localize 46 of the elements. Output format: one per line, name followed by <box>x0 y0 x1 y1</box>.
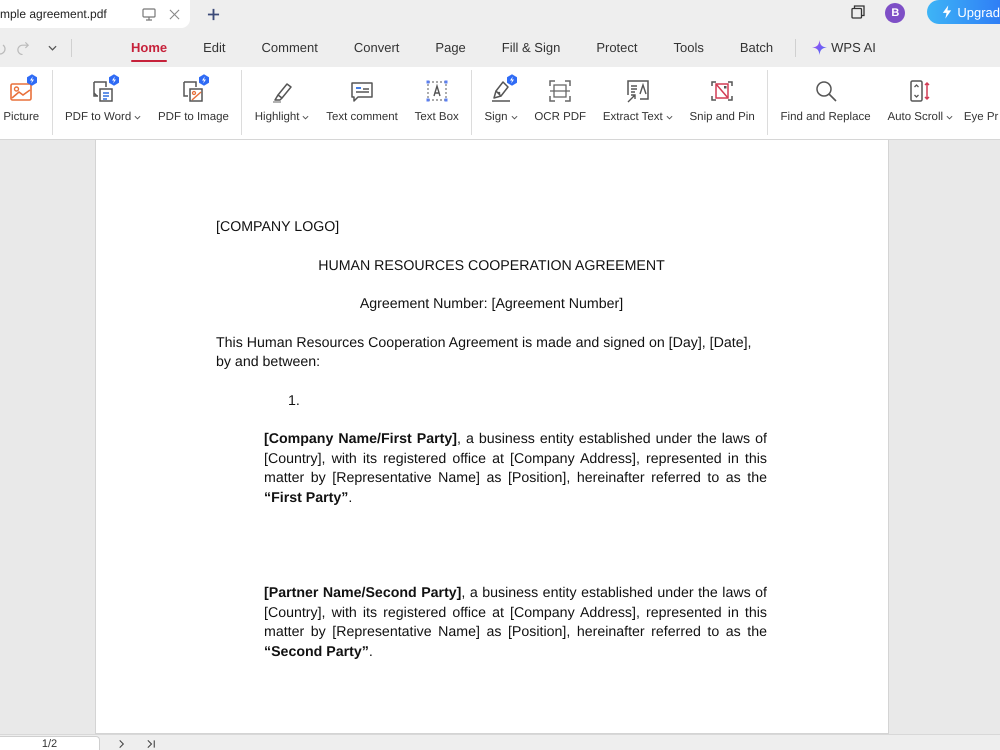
toolbar-button[interactable]: Picture <box>0 67 48 139</box>
lightning-icon <box>942 5 952 19</box>
document-tab[interactable]: mple agreement.pdf <box>0 0 190 28</box>
monitor-icon[interactable] <box>142 8 156 20</box>
list-number: 1. <box>287 392 301 410</box>
paragraph: This Human Resources Cooperation Agreement is made and signed on [Day], [Date], by and between: <box>216 334 752 372</box>
menu-tab[interactable]: Fill & Sign <box>484 28 578 67</box>
party-paragraph: [Partner Name/Second Party], a business entity established under the laws of [Country], with its registered office at [Company Address], represented in this matter by [Representative Name] as [Position], hereinafter referred to as the “Second Party”. <box>263 584 767 662</box>
document-heading: Agreement Number: [Agreement Number] <box>358 295 624 314</box>
window-restore-icon[interactable] <box>851 5 866 19</box>
new-tab-icon[interactable] <box>207 8 220 20</box>
toolbar-button[interactable]: PDF to Image <box>150 67 238 139</box>
page-number-field[interactable]: 1/2 <box>0 736 100 750</box>
toolbar-button[interactable]: Extract Text <box>594 67 682 139</box>
party-paragraph: [Company Name/First Party], a business entity established under the laws of [Country], with its registered office at [Company Address], represented in this matter by [Representative Name] as [Position], hereinafter referred to as the “First Party”. <box>263 430 767 508</box>
document-heading: HUMAN RESOURCES COOPERATION AGREEMENT <box>317 256 666 276</box>
menu-tab[interactable]: Home <box>113 28 186 67</box>
paragraph: [COMPANY LOGO] <box>216 218 340 237</box>
chevron-down-icon[interactable] <box>48 44 57 50</box>
toolbar-button[interactable]: OCR PDF <box>526 67 594 139</box>
close-icon[interactable] <box>169 8 180 20</box>
menu-tab[interactable]: Comment <box>244 28 336 67</box>
toolbar-button[interactable]: Sign <box>476 67 526 139</box>
toolbar-button[interactable]: PDF to Word <box>56 67 150 139</box>
toolbar-button[interactable]: Find and Replace <box>772 67 880 139</box>
text-box-icon <box>424 78 450 104</box>
avatar[interactable]: B <box>885 2 906 22</box>
sparkle-icon <box>812 40 828 55</box>
menu-tab[interactable]: Protect <box>578 28 656 67</box>
ai-button[interactable]: WPS AI <box>812 40 876 55</box>
text-extract-icon <box>624 78 651 104</box>
menu-tab[interactable]: Batch <box>722 28 792 67</box>
menu-tab[interactable]: Edit <box>185 28 244 67</box>
document-tab-title: mple agreement.pdf <box>0 7 107 21</box>
menu-tab[interactable]: Tools <box>656 28 722 67</box>
toolbar-button[interactable]: Eye Pr <box>961 67 1000 139</box>
toolbar-button[interactable]: Auto Scroll <box>879 67 962 139</box>
toolbar-button[interactable]: Text Box <box>406 67 468 139</box>
scan-frame-icon <box>547 78 574 104</box>
menu-tab[interactable]: Page <box>417 28 484 67</box>
toolbar-button[interactable]: Highlight <box>246 67 318 139</box>
toolbar-button[interactable]: Text comment <box>318 67 406 139</box>
last-page-icon[interactable] <box>146 739 157 749</box>
next-page-icon[interactable] <box>117 739 126 749</box>
toolbar-button[interactable]: Snip and Pin <box>681 67 764 139</box>
menu-tab[interactable]: Convert <box>336 28 418 67</box>
